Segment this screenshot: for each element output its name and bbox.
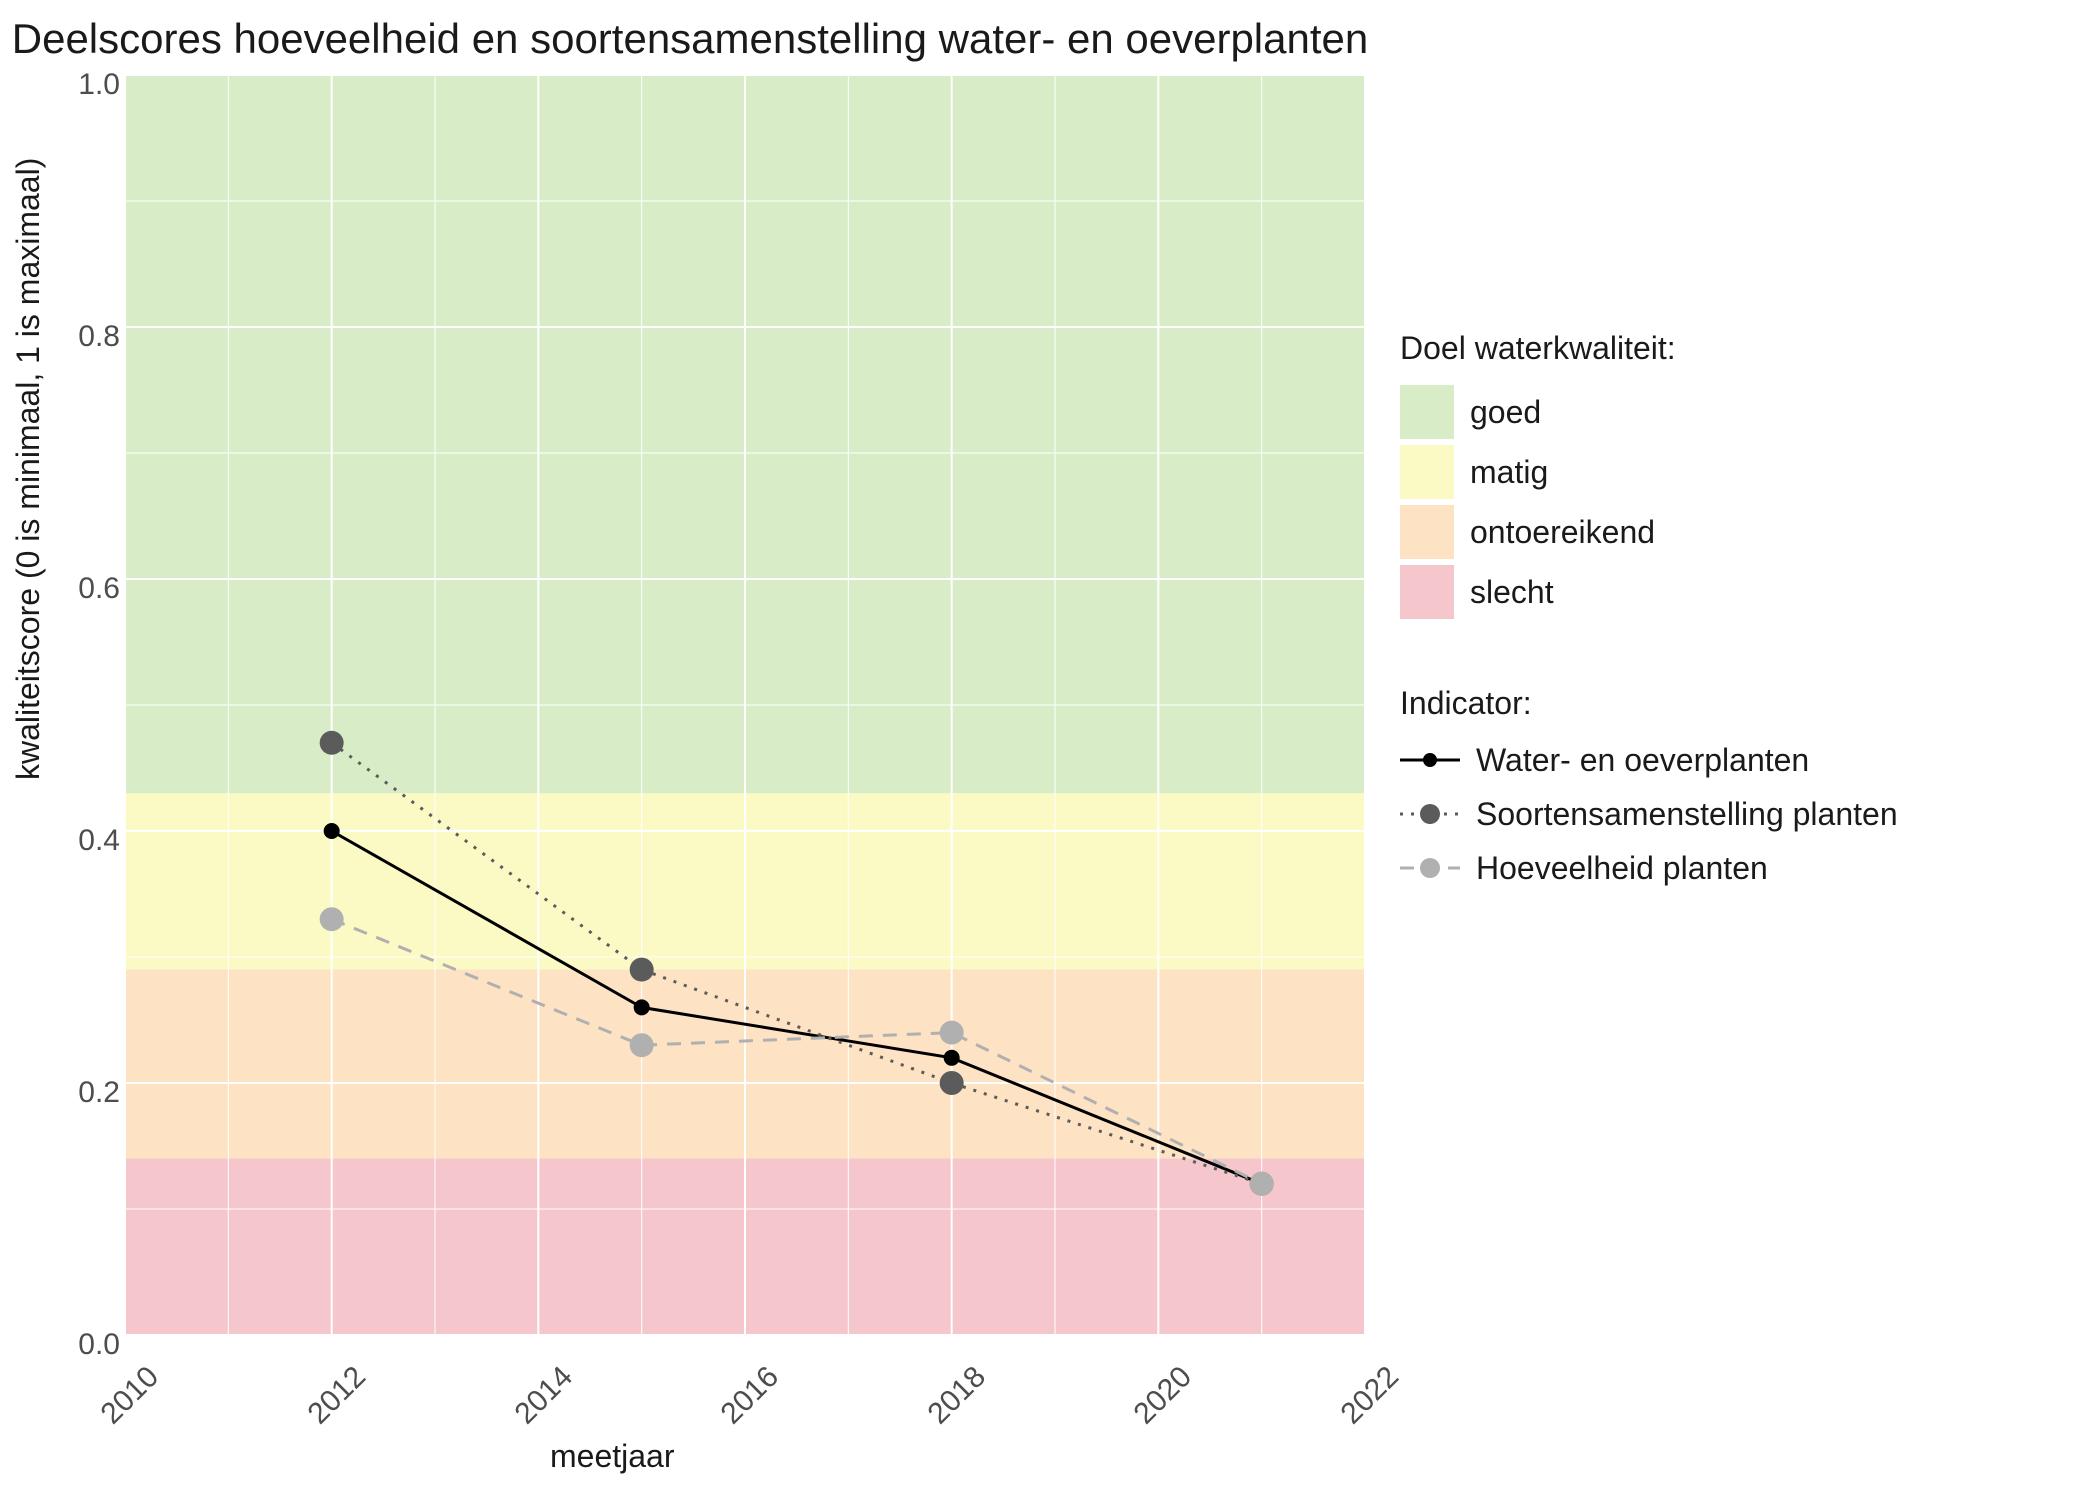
x-tick: 2012 (302, 1360, 373, 1431)
x-axis-label: meetjaar (550, 1438, 675, 1475)
chart-container: Deelscores hoeveelheid en soortensamenst… (0, 0, 2100, 1500)
legend-band-ontoereikend: ontoereikend (1400, 505, 2050, 559)
legend-series-1: Soortensamenstelling planten (1400, 794, 2050, 834)
y-tick: 0.2 (70, 1076, 120, 1110)
y-tick: 1.0 (70, 68, 120, 102)
chart-legend: Doel waterkwaliteit: goed matig ontoerei… (1400, 330, 2050, 902)
legend-bands-title: Doel waterkwaliteit: (1400, 330, 2050, 367)
legend-label: Hoeveelheid planten (1476, 850, 1768, 887)
legend-band-goed: goed (1400, 385, 2050, 439)
band-swatch-icon (1400, 505, 1454, 559)
x-tick: 2014 (509, 1360, 580, 1431)
band-swatch-icon (1400, 445, 1454, 499)
y-tick: 0.4 (70, 824, 120, 858)
x-tick: 2016 (715, 1360, 786, 1431)
legend-label: Water- en oeverplanten (1476, 742, 1809, 779)
legend-band-slecht: slecht (1400, 565, 2050, 619)
legend-label: ontoereikend (1470, 514, 1655, 551)
y-axis-label: kwaliteitscore (0 is minimaal, 1 is maxi… (10, 158, 47, 780)
chart-title: Deelscores hoeveelheid en soortensamenst… (0, 15, 1380, 63)
line-swatch-icon (1400, 799, 1460, 829)
plot-svg (125, 75, 1365, 1335)
legend-series-2: Hoeveelheid planten (1400, 848, 2050, 888)
band-swatch-icon (1400, 565, 1454, 619)
legend-series-title: Indicator: (1400, 685, 2050, 722)
y-tick: 0.8 (70, 320, 120, 354)
band-swatch-icon (1400, 385, 1454, 439)
x-tick: 2018 (922, 1360, 993, 1431)
line-swatch-icon (1400, 745, 1460, 775)
legend-series-0: Water- en oeverplanten (1400, 740, 2050, 780)
y-tick: 0.6 (70, 572, 120, 606)
y-tick: 0.0 (70, 1328, 120, 1362)
line-swatch-icon (1400, 853, 1460, 883)
legend-label: Soortensamenstelling planten (1476, 796, 1898, 833)
x-tick: 2010 (95, 1360, 166, 1431)
x-tick: 2022 (1335, 1360, 1406, 1431)
legend-label: slecht (1470, 574, 1554, 611)
legend-band-matig: matig (1400, 445, 2050, 499)
x-tick: 2020 (1128, 1360, 1199, 1431)
legend-label: matig (1470, 454, 1548, 491)
plot-area (125, 75, 1365, 1335)
legend-label: goed (1470, 394, 1541, 431)
